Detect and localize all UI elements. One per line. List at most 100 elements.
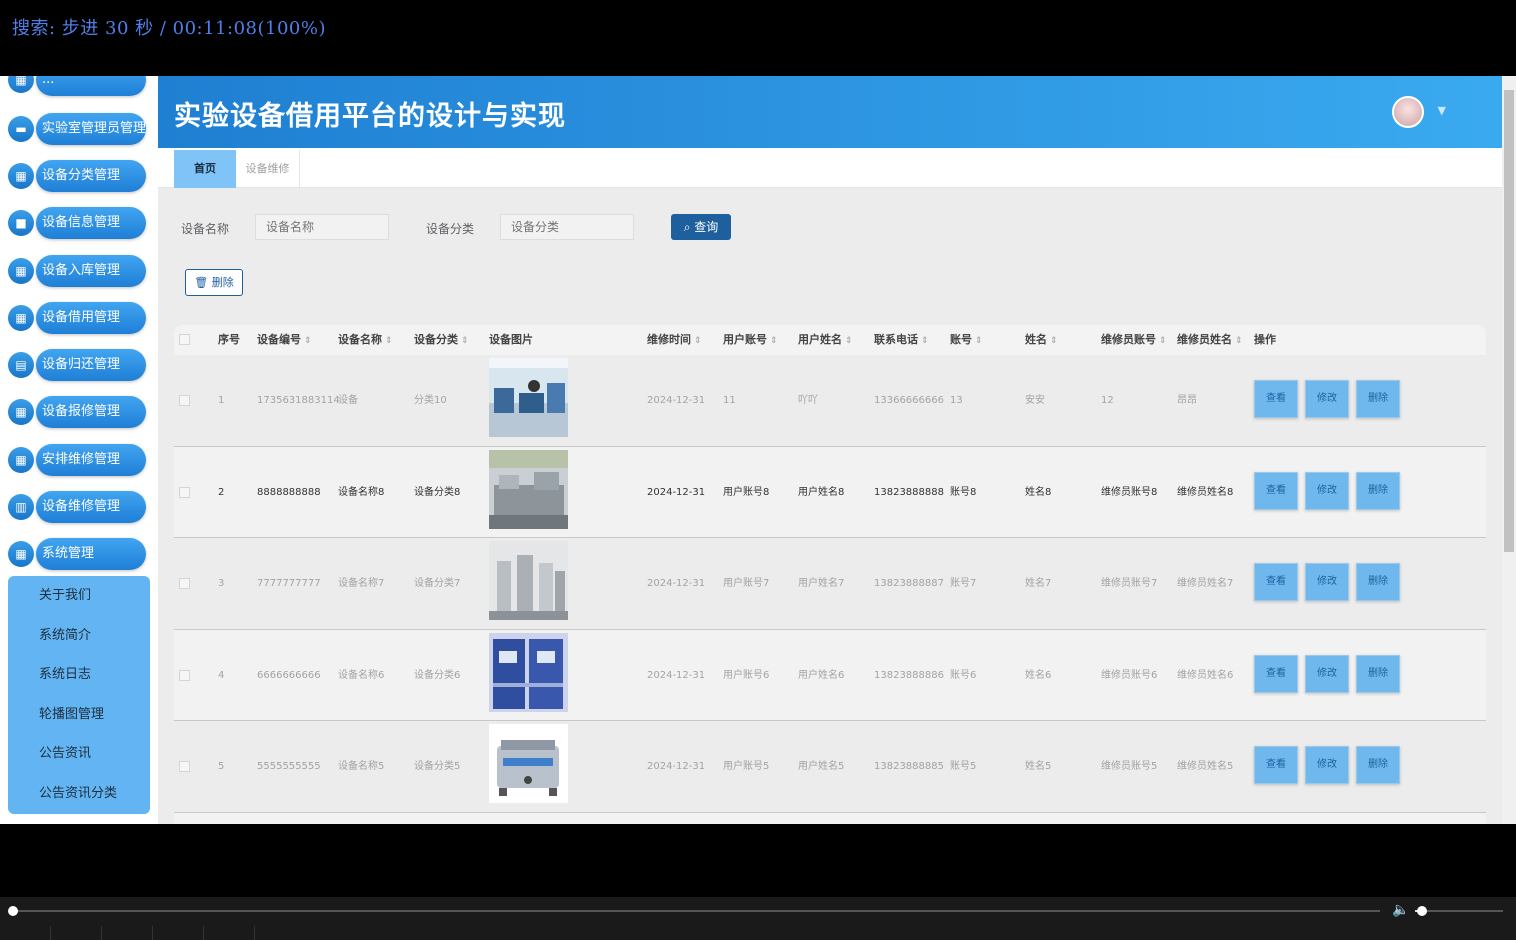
delete-button[interactable]: 删除: [1356, 654, 1400, 693]
cell-device-code: 5555555555: [257, 761, 321, 772]
seek-bar[interactable]: [12, 910, 1380, 912]
submenu-item-log[interactable]: 系统日志: [8, 655, 150, 695]
sidebar-item-report-repair[interactable]: ▦ 设备报修管理: [6, 396, 146, 428]
device-image: [489, 358, 568, 437]
tab-device-repair[interactable]: 设备维修: [236, 150, 300, 188]
thumbnail-segment: [51, 926, 102, 940]
cell-device-code: 6666666666: [257, 669, 321, 681]
sort-icon: ⇕: [304, 336, 312, 346]
delete-button[interactable]: 删除: [1356, 380, 1400, 418]
col-header-repairer-account[interactable]: 维修员账号 ⇕: [1101, 325, 1167, 355]
seek-handle[interactable]: [8, 906, 18, 916]
sidebar-item-device-repair[interactable]: ▥ 设备维修管理: [6, 491, 146, 523]
col-header-user-account[interactable]: 用户账号 ⇕: [723, 325, 778, 355]
view-button[interactable]: 查看: [1254, 380, 1298, 418]
delete-button[interactable]: 删除: [1356, 746, 1400, 784]
cell-device-category: 分类10: [414, 395, 447, 406]
cell-device-code: 8888888888: [257, 486, 321, 498]
device-image: [489, 541, 568, 620]
delete-button[interactable]: 删除: [1356, 471, 1400, 510]
sort-icon: ⇕: [1050, 336, 1058, 346]
sidebar-item-device-info[interactable]: ■ 设备信息管理: [6, 207, 146, 239]
col-header-user-name[interactable]: 用户姓名 ⇕: [798, 325, 853, 355]
sidebar-item-partial[interactable]: ▦...: [6, 76, 146, 96]
submenu-item-news-category[interactable]: 公告资讯分类: [8, 774, 150, 814]
cell-phone: 13823888887: [874, 578, 944, 589]
col-header-account[interactable]: 账号 ⇕: [950, 325, 983, 355]
submenu-item-news[interactable]: 公告资讯: [8, 734, 150, 774]
sidebar-item-category[interactable]: ▦ 设备分类管理: [6, 160, 146, 192]
edit-button[interactable]: 修改: [1305, 471, 1349, 510]
view-button[interactable]: 查看: [1254, 471, 1298, 510]
device-category-input[interactable]: [500, 214, 634, 240]
sidebar-item-arrange-repair[interactable]: ▦ 安排维修管理: [6, 444, 146, 476]
sidebar-item-return[interactable]: ▤ 设备归还管理: [6, 349, 146, 381]
submenu-item-carousel[interactable]: 轮播图管理: [8, 695, 150, 735]
thumbnail-segment: [204, 926, 255, 940]
submenu-item-intro[interactable]: 系统简介: [8, 616, 150, 656]
row-checkbox[interactable]: [179, 486, 190, 498]
sidebar-item-borrow[interactable]: ▦ 设备借用管理: [6, 302, 146, 334]
col-header-name[interactable]: 设备名称 ⇕: [338, 325, 393, 355]
page-scrollbar[interactable]: [1502, 76, 1516, 824]
sort-icon: ⇕: [770, 336, 778, 346]
row-checkbox[interactable]: [179, 395, 190, 406]
data-table: 序号 设备编号 ⇕ 设备名称 ⇕ 设备分类 ⇕ 设备图片 维修时间 ⇕ 用户账号 ⇕ 用户…: [174, 325, 1486, 824]
view-button[interactable]: 查看: [1254, 654, 1298, 693]
cell-user-name: 用户姓名7: [798, 578, 845, 589]
player-overlay-text: 搜索: 步进 30 秒 / 00:11:08(100%): [12, 18, 326, 39]
cell-user-account: 用户账号5: [723, 761, 770, 772]
chart-icon: ▥: [8, 494, 34, 520]
device-name-input[interactable]: [255, 214, 389, 240]
cell-repairer-account: 维修员账号8: [1101, 486, 1158, 498]
volume-slider[interactable]: [1415, 910, 1503, 912]
tab-home[interactable]: 首页: [174, 150, 236, 188]
cell-person-name: 姓名7: [1025, 578, 1052, 589]
row-checkbox[interactable]: [179, 578, 190, 589]
col-header-phone[interactable]: 联系电话 ⇕: [874, 325, 929, 355]
col-header-category[interactable]: 设备分类 ⇕: [414, 325, 469, 355]
delete-button[interactable]: 删除: [1356, 563, 1400, 601]
sidebar-item-lab-admin[interactable]: ▬ 实验室管理员管理: [6, 113, 146, 145]
query-button[interactable]: ⌕ 查询: [671, 214, 731, 240]
sidebar-item-stock-in[interactable]: ▦ 设备入库管理: [6, 255, 146, 287]
volume-icon[interactable]: 🔈: [1392, 902, 1409, 918]
col-header-actions: 操作: [1254, 333, 1276, 346]
avatar[interactable]: [1392, 96, 1424, 128]
cell-user-name: 用户姓名5: [798, 761, 845, 772]
edit-button[interactable]: 修改: [1305, 746, 1349, 784]
edit-button[interactable]: 修改: [1305, 654, 1349, 693]
sort-icon: ⇕: [461, 336, 469, 346]
edit-button[interactable]: 修改: [1305, 563, 1349, 601]
col-header-person-name[interactable]: 姓名 ⇕: [1025, 325, 1058, 355]
header-bar: 实验设备借用平台的设计与实现 ▼: [158, 76, 1502, 148]
table-row: 4 6666666666 设备名称6 设备分类6 2024-12-31 用户账号6 用户姓名…: [174, 629, 1486, 721]
table-row: 5 5555555555 设备名称5 设备分类5 2024-12-31 用户账号5 用户姓名…: [174, 721, 1486, 813]
submenu-item-about[interactable]: 关于我们: [8, 576, 150, 616]
cell-device-category: 设备分类5: [414, 761, 461, 772]
row-checkbox[interactable]: [179, 669, 190, 681]
sort-icon: ⇕: [975, 336, 983, 346]
view-button[interactable]: 查看: [1254, 563, 1298, 601]
col-header-code[interactable]: 设备编号 ⇕: [257, 325, 312, 355]
caret-down-icon[interactable]: ▼: [1438, 104, 1446, 117]
col-header-time[interactable]: 维修时间 ⇕: [647, 325, 702, 355]
cell-account: 账号5: [950, 761, 977, 772]
sidebar-item-system[interactable]: ▦ 系统管理: [6, 538, 146, 570]
volume-handle[interactable]: [1417, 906, 1427, 916]
cell-row-index: 2: [218, 486, 225, 498]
col-header-index: 序号: [218, 333, 240, 346]
grid-icon: ▦: [8, 305, 34, 331]
select-all-checkbox[interactable]: [179, 334, 190, 345]
cell-repair-time: 2024-12-31: [647, 578, 706, 589]
cell-user-name: 吖吖: [798, 395, 818, 406]
edit-button[interactable]: 修改: [1305, 380, 1349, 418]
scrollbar-thumb[interactable]: [1504, 90, 1514, 552]
cell-user-name: 用户姓名8: [798, 486, 845, 498]
view-button[interactable]: 查看: [1254, 746, 1298, 784]
batch-delete-button[interactable]: 🗑 删除: [185, 269, 243, 296]
cell-user-account: 用户账号6: [723, 669, 770, 681]
col-header-repairer-name[interactable]: 维修员姓名 ⇕: [1177, 325, 1243, 355]
system-submenu: 关于我们 系统简介 系统日志 轮播图管理 公告资讯 公告资讯分类: [8, 576, 150, 814]
row-checkbox[interactable]: [179, 761, 190, 772]
